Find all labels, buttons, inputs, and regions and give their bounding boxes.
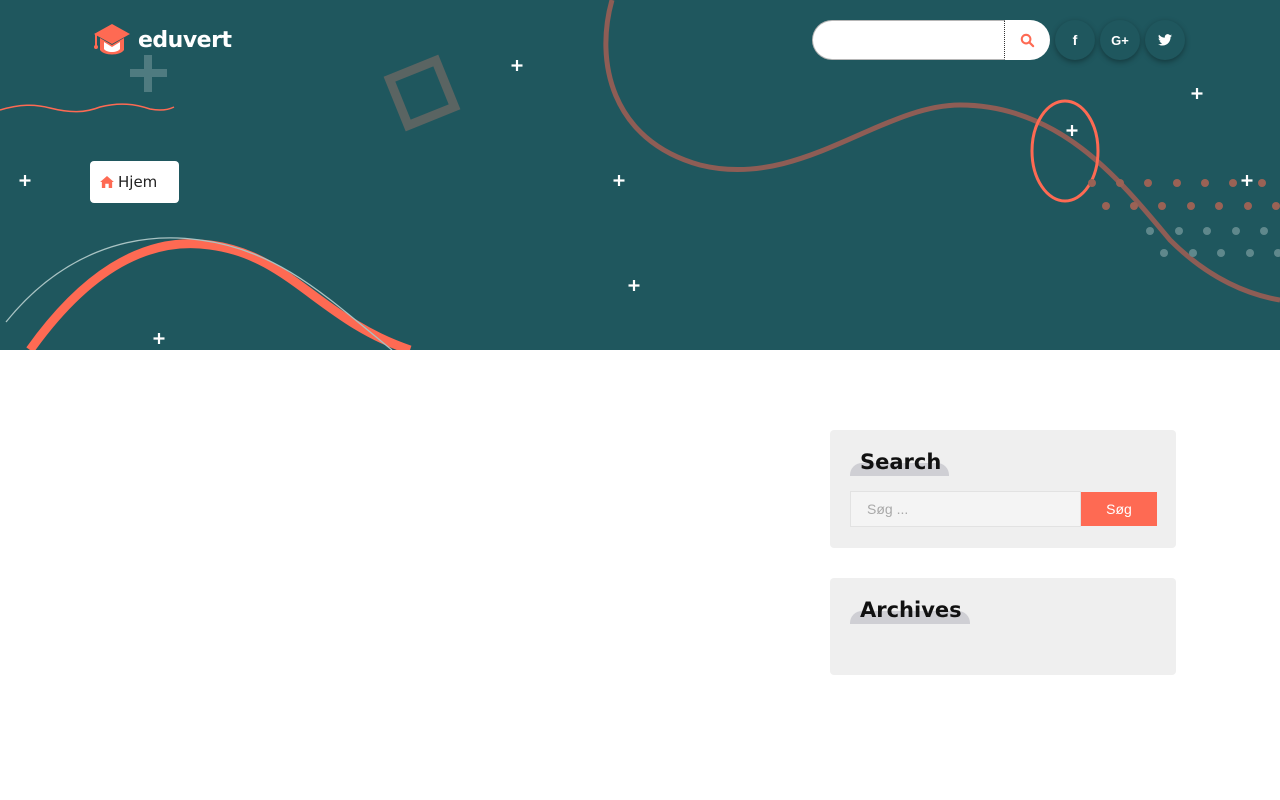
header-search-input[interactable] (812, 20, 1005, 60)
twitter-icon (1158, 34, 1172, 46)
page-header-banner: eduvert f G+ Hjem (0, 0, 1280, 350)
google-plus-link[interactable]: G+ (1100, 20, 1140, 60)
facebook-link[interactable]: f (1055, 20, 1095, 60)
header-search-form (812, 20, 1050, 60)
graduation-cap-logo-icon (94, 24, 130, 55)
breadcrumb: Hjem (90, 161, 179, 203)
brand-logo[interactable]: eduvert (92, 22, 232, 58)
sidebar-search-input[interactable] (850, 491, 1081, 527)
brand-name: eduvert (138, 27, 232, 53)
google-plus-icon: G+ (1111, 32, 1129, 48)
sidebar-search-button[interactable]: Søg (1081, 492, 1157, 526)
facebook-icon: f (1072, 32, 1078, 48)
header-search-button[interactable] (1005, 20, 1050, 60)
search-icon (1020, 33, 1035, 47)
search-widget: Search Søg (830, 430, 1176, 548)
breadcrumb-home-label: Hjem (118, 173, 158, 191)
twitter-link[interactable] (1145, 20, 1185, 60)
archives-widget-title: Archives (860, 598, 962, 622)
search-widget-title: Search (860, 450, 942, 474)
home-icon (100, 176, 114, 188)
archives-widget: Archives (830, 578, 1176, 675)
breadcrumb-home-link[interactable]: Hjem (100, 173, 157, 191)
